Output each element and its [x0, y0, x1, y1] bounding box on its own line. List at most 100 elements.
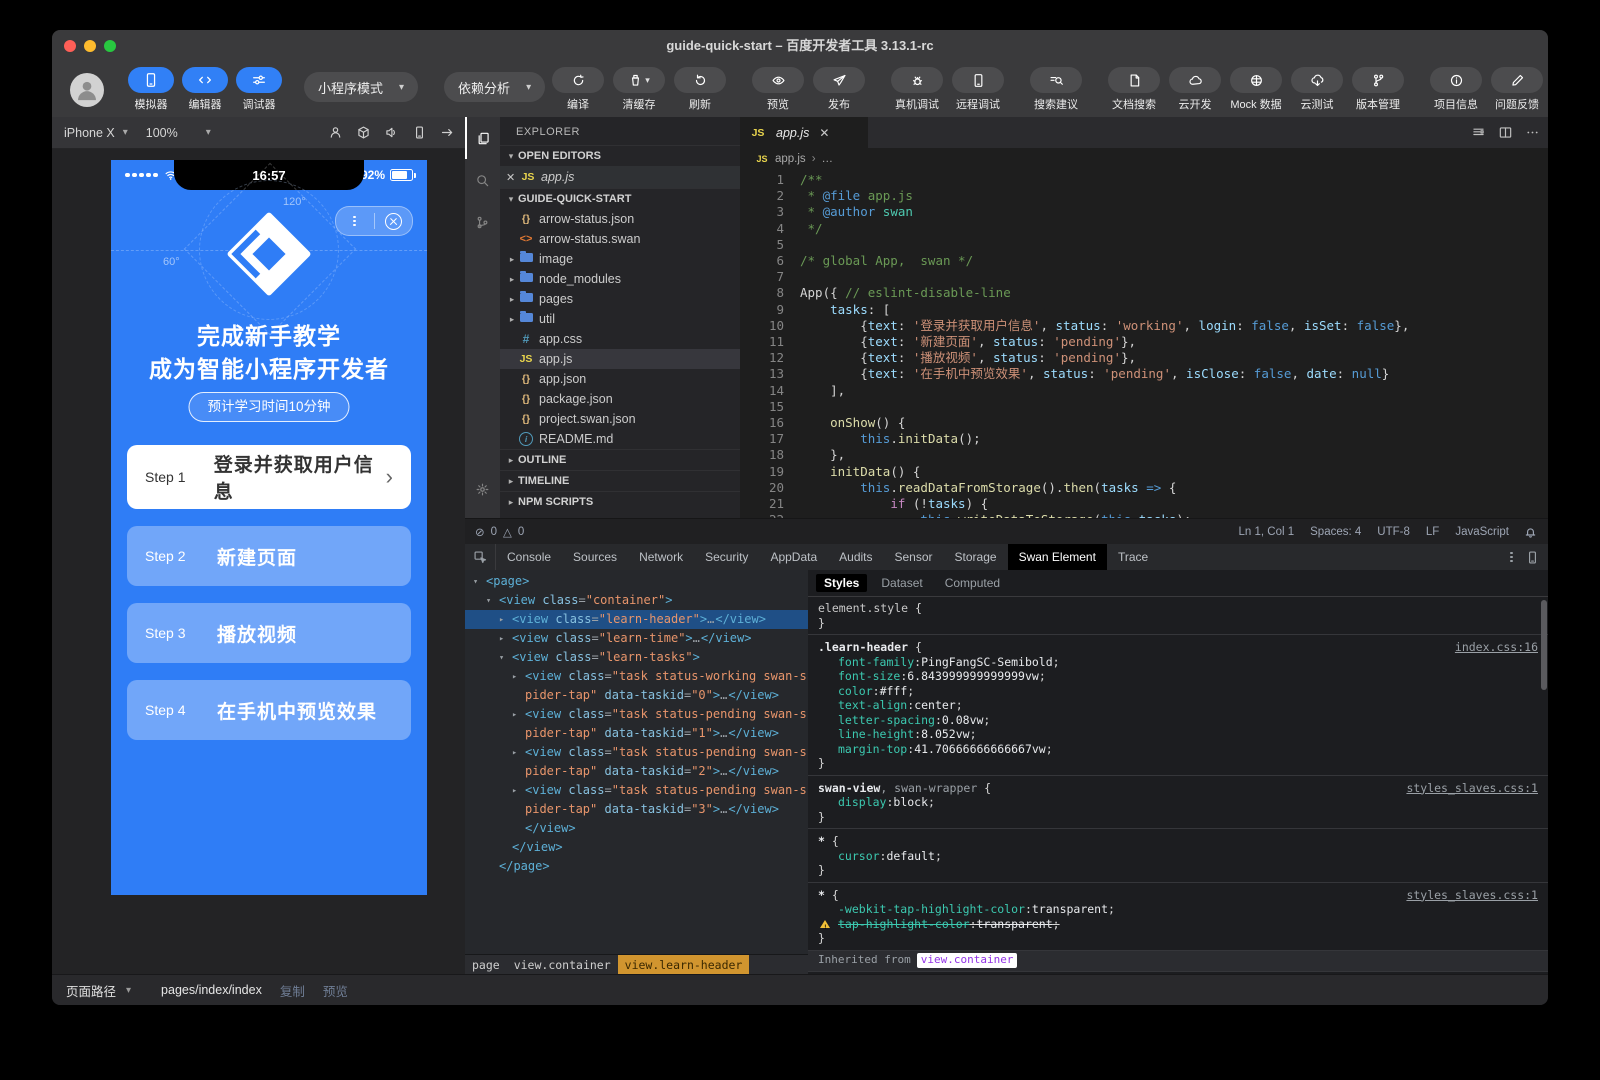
project-folder-header[interactable]: ▾GUIDE-QUICK-START	[500, 188, 740, 209]
breadcrumb[interactable]: JS app.js › …	[740, 148, 1548, 170]
css-property[interactable]: letter-spacing:0.08vw;	[818, 713, 1538, 728]
file-arrow-status.swan[interactable]: <>arrow-status.swan	[500, 229, 740, 249]
dom-node[interactable]: ▸<view class="task status-pending swan-s…	[465, 781, 808, 819]
css-property[interactable]: tap-highlight-color:transparent;	[818, 917, 1538, 932]
section-outline[interactable]: ▸OUTLINE	[500, 449, 740, 470]
css-property[interactable]: -webkit-tap-highlight-color:transparent;	[818, 902, 1538, 917]
dom-node[interactable]: ▸<view class="learn-time">…</view>	[465, 629, 808, 648]
zoom-select[interactable]: 100%	[146, 126, 178, 140]
styles-tab-styles[interactable]: Styles	[816, 574, 867, 592]
cursor-position[interactable]: Ln 1, Col 1	[1239, 526, 1295, 538]
inspect-element-icon[interactable]	[465, 544, 496, 570]
toolbar-debugger-button[interactable]: 调试器	[232, 67, 286, 112]
devtools-tab-sensor[interactable]: Sensor	[884, 544, 944, 570]
dom-node[interactable]: ▾<view class="container">	[465, 591, 808, 610]
indentation[interactable]: Spaces: 4	[1310, 526, 1361, 538]
rotate-device-icon[interactable]	[356, 125, 371, 140]
device-frame-icon[interactable]	[412, 125, 427, 140]
css-source-link[interactable]: styles_slaves.css:1	[1406, 781, 1538, 796]
dropdown-dependency-analysis[interactable]: 依赖分析▾	[444, 72, 545, 102]
css-property[interactable]: color:#fff;	[818, 684, 1538, 699]
dom-node[interactable]: ▾<page>	[465, 572, 808, 591]
open-editor-item[interactable]: ✕JSapp.js	[500, 166, 740, 188]
file-app.json[interactable]: {}app.json	[500, 369, 740, 389]
dom-node[interactable]: ▾<view class="learn-tasks">	[465, 648, 808, 667]
preview-path-button[interactable]: 预览	[323, 981, 348, 1000]
dom-breadcrumb-item[interactable]: view.container	[507, 955, 618, 975]
touch-mode-icon[interactable]	[328, 125, 343, 140]
toolbar-action-mock-data[interactable]: Mock 数据	[1230, 67, 1282, 112]
source-control-activity-icon[interactable]	[465, 201, 500, 243]
toolbar-action-project-info[interactable]: 项目信息	[1430, 67, 1482, 112]
section-timeline[interactable]: ▸TIMELINE	[500, 470, 740, 491]
devtools-tab-appdata[interactable]: AppData	[759, 544, 828, 570]
more-menu-button[interactable]	[336, 214, 374, 228]
step-card[interactable]: Step 4在手机中预览效果	[127, 680, 411, 740]
search-activity-icon[interactable]	[465, 159, 500, 201]
open-editors-header[interactable]: ▾OPEN EDITORS	[500, 145, 740, 166]
dom-node[interactable]: </view>	[465, 838, 808, 857]
code-area[interactable]: 1/**2 * @file app.js3 * @author swan4 */…	[740, 172, 1548, 518]
dom-breadcrumb-item[interactable]: view.learn-header	[618, 955, 750, 975]
dom-node[interactable]: </view>	[465, 819, 808, 838]
file-arrow-status.json[interactable]: {}arrow-status.json	[500, 209, 740, 229]
file-package.json[interactable]: {}package.json	[500, 389, 740, 409]
devtools-tab-security[interactable]: Security	[694, 544, 759, 570]
language-mode[interactable]: JavaScript	[1455, 526, 1509, 538]
dom-node[interactable]: ▸<view class="task status-working swan-s…	[465, 667, 808, 705]
encoding[interactable]: UTF-8	[1377, 526, 1410, 538]
step-card[interactable]: Step 2新建页面	[127, 526, 411, 586]
file-project.swan.json[interactable]: {}project.swan.json	[500, 409, 740, 429]
tab-appjs[interactable]: JS app.js ✕	[740, 117, 868, 148]
expand-arrow-icon[interactable]: ▾	[499, 649, 504, 668]
toolbar-action-cloud-dev[interactable]: 云开发	[1169, 67, 1221, 112]
file-image[interactable]: ▸image	[500, 249, 740, 269]
toolbar-simulator-button[interactable]: 模拟器	[124, 67, 178, 112]
css-property[interactable]: font-family:PingFangSC-Semibold;	[818, 655, 1538, 670]
close-tab-icon[interactable]: ✕	[819, 126, 829, 140]
file-README.md[interactable]: iREADME.md	[500, 429, 740, 449]
file-app.js[interactable]: JSapp.js	[500, 349, 740, 369]
devtools-tab-swan-element[interactable]: Swan Element	[1008, 544, 1107, 570]
step-card[interactable]: Step 3播放视频	[127, 603, 411, 663]
expand-arrow-icon[interactable]: ▸	[512, 744, 517, 763]
user-avatar[interactable]	[70, 73, 104, 107]
device-select[interactable]: iPhone X	[64, 126, 115, 140]
toolbar-action-compile[interactable]: 编译	[552, 67, 604, 112]
chevron-down-icon[interactable]: ▾	[126, 985, 131, 996]
dom-node[interactable]: ▸<view class="task status-pending swan-s…	[465, 743, 808, 781]
css-property[interactable]: text-align:center;	[818, 698, 1538, 713]
css-property[interactable]: cursor:default;	[818, 849, 1538, 864]
styles-tab-dataset[interactable]: Dataset	[873, 574, 930, 592]
styles-tab-computed[interactable]: Computed	[937, 574, 1008, 592]
copy-path-button[interactable]: 复制	[280, 981, 305, 1000]
expand-arrow-icon[interactable]: ▸	[499, 611, 504, 630]
toolbar-action-refresh[interactable]: 刷新	[674, 67, 726, 112]
inherited-selector-chip[interactable]: view.container	[917, 953, 1018, 968]
close-icon[interactable]: ✕	[506, 171, 520, 184]
dom-node[interactable]: </page>	[465, 857, 808, 876]
step-card[interactable]: Step 1登录并获取用户信息›	[127, 445, 411, 509]
devtools-more-icon[interactable]	[1510, 550, 1513, 564]
file-app.css[interactable]: #app.css	[500, 329, 740, 349]
css-property[interactable]: display:block;	[818, 795, 1538, 810]
file-node_modules[interactable]: ▸node_modules	[500, 269, 740, 289]
devtools-tab-storage[interactable]: Storage	[944, 544, 1008, 570]
toolbar-editor-button[interactable]: 编辑器	[178, 67, 232, 112]
dropdown-mode[interactable]: 小程序模式▾	[304, 72, 418, 102]
toolbar-action-publish[interactable]: 发布	[813, 67, 865, 112]
scrollbar[interactable]	[1541, 600, 1547, 690]
devtools-tab-audits[interactable]: Audits	[828, 544, 883, 570]
devtools-device-icon[interactable]	[1525, 550, 1540, 565]
dom-breadcrumb-item[interactable]: page	[465, 955, 507, 975]
toolbar-action-search-suggest[interactable]: 搜索建议	[1030, 67, 1082, 112]
expand-arrow-icon[interactable]: ▸	[512, 706, 517, 725]
settings-gear-icon[interactable]	[465, 468, 500, 510]
file-pages[interactable]: ▸pages	[500, 289, 740, 309]
expand-arrow-icon[interactable]: ▸	[512, 668, 517, 687]
detach-panel-icon[interactable]	[440, 125, 455, 140]
css-source-link[interactable]: index.css:16	[1455, 640, 1538, 655]
dom-node[interactable]: ▸<view class="task status-pending swan-s…	[465, 705, 808, 743]
devtools-tab-network[interactable]: Network	[628, 544, 694, 570]
sound-icon[interactable]	[384, 125, 399, 140]
